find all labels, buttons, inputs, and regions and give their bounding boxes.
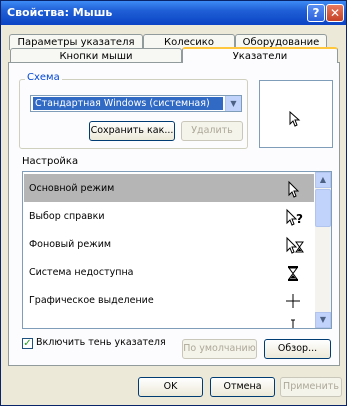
scroll-down-icon[interactable]: ▼ — [315, 312, 331, 328]
chevron-down-icon[interactable]: ▼ — [225, 96, 241, 111]
default-button[interactable]: По умолчанию — [182, 339, 257, 359]
title-bar[interactable]: Свойства: Мышь ? ✕ — [1, 1, 346, 25]
arrow-cursor-icon — [289, 111, 301, 127]
scheme-select-value: Стандартная Windows (системная) — [33, 97, 223, 110]
cursor-list[interactable]: Основной режим Выбор справки ? Фоновый р… — [22, 171, 332, 329]
settings-label: Настройка — [22, 156, 79, 167]
window-title: Свойства: Мышь — [7, 6, 113, 19]
scrollbar-thumb[interactable] — [315, 189, 331, 227]
svg-text:?: ? — [296, 212, 303, 226]
cursor-preview — [259, 80, 333, 148]
list-item[interactable]: Графическое выделение — [24, 286, 314, 314]
list-item[interactable]: Фоновый режим — [24, 230, 314, 258]
list-scrollbar[interactable]: ▲ ▼ — [315, 172, 331, 328]
list-item[interactable]: Выбор справки ? — [24, 202, 314, 230]
list-item[interactable]: Основной режим — [24, 174, 314, 202]
working-in-background-cursor-icon — [286, 236, 304, 254]
list-item-label: Основной режим — [29, 183, 115, 194]
busy-hourglass-cursor-icon — [288, 266, 298, 281]
cancel-button[interactable]: Отмена — [210, 377, 275, 397]
apply-button[interactable]: Применить — [280, 377, 342, 397]
scroll-up-icon[interactable]: ▲ — [315, 172, 331, 188]
ok-button[interactable]: OK — [138, 377, 203, 397]
scheme-select[interactable]: Стандартная Windows (системная) ▼ — [30, 95, 242, 112]
text-select-cursor-icon — [291, 319, 295, 328]
save-as-button[interactable]: Сохранить как... — [89, 121, 175, 141]
help-select-cursor-icon: ? — [286, 208, 303, 226]
help-button[interactable]: ? — [307, 4, 325, 22]
list-item-label: Фоновый режим — [29, 239, 112, 250]
precision-select-cursor-icon — [286, 294, 300, 308]
scheme-group-label: Схема — [25, 72, 62, 83]
shadow-checkbox-label: Включить тень указателя — [36, 337, 166, 348]
delete-button[interactable]: Удалить — [181, 121, 243, 141]
list-item-label: Графическое выделение — [29, 295, 154, 306]
shadow-checkbox[interactable]: ✓ — [22, 338, 33, 349]
close-button[interactable]: ✕ — [326, 4, 344, 22]
list-item[interactable]: Система недоступна — [24, 258, 314, 286]
arrow-cursor-icon — [288, 180, 300, 198]
list-item-label: Выбор справки — [29, 211, 105, 222]
mouse-properties-window: Свойства: Мышь ? ✕ Параметры указателя К… — [0, 0, 347, 406]
list-item[interactable] — [24, 314, 314, 328]
tab-pointers[interactable]: Указатели — [182, 47, 338, 63]
browse-button[interactable]: Обзор... — [264, 339, 331, 359]
list-item-label: Система недоступна — [29, 267, 134, 278]
